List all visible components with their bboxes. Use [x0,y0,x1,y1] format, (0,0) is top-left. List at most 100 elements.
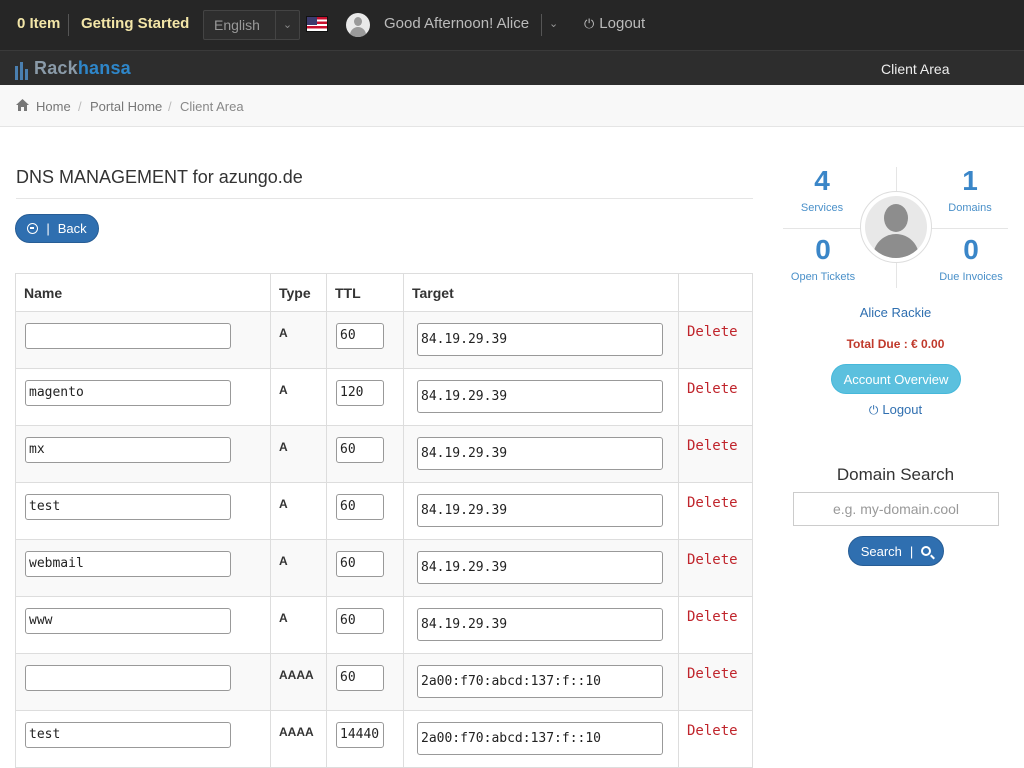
search-separator: | [909,543,914,559]
home-icon [16,99,29,111]
table-row: A 60 84.19.29.39 Delete [15,311,753,369]
record-type: A [270,311,327,369]
record-ttl-input[interactable]: 120 [336,380,384,406]
back-circle-icon [27,223,39,234]
invoices-label: Due Invoices [939,271,1003,283]
user-avatar-icon[interactable] [346,13,370,37]
logout-label: Logout [599,15,646,32]
header-ttl: TTL [326,273,404,312]
services-label: Services [800,202,844,214]
divider [68,14,69,36]
record-name-input[interactable] [25,665,231,691]
header-target: Target [403,273,679,312]
record-ttl-input[interactable]: 60 [336,323,384,349]
record-type: A [270,539,327,597]
language-select[interactable]: English ⌄ [203,10,300,40]
sidebar-logout-label: Logout [882,402,923,417]
record-type: A [270,368,327,426]
search-label: Search [860,543,902,559]
record-ttl-input[interactable]: 60 [336,665,384,691]
domain-search-input[interactable]: e.g. my-domain.cool [793,492,999,526]
record-target-input[interactable]: 84.19.29.39 [417,437,663,470]
record-name-input[interactable]: test [25,722,231,748]
logo-text-part2: hansa [77,58,131,78]
stat-due-invoices[interactable]: 0 Due Invoices [935,234,1007,283]
back-button[interactable]: | Back [15,214,99,243]
sidebar-logout-link[interactable]: ⏻ Logout [783,402,1008,418]
record-target-input[interactable]: 2a00:f70:abcd:137:f::10 [417,665,663,698]
breadcrumb-home[interactable]: Home [36,99,71,114]
tickets-count: 0 [815,234,831,265]
header-name: Name [15,273,271,312]
table-row: AAAA 60 2a00:f70:abcd:137:f::10 Delete [15,653,753,711]
divider [541,14,542,36]
record-name-input[interactable]: mx [25,437,231,463]
back-separator: | [46,221,50,236]
record-ttl-input[interactable]: 14440 [336,722,384,748]
record-target-input[interactable]: 84.19.29.39 [417,551,663,584]
record-target-input[interactable]: 84.19.29.39 [417,494,663,527]
delete-link[interactable]: Delete [687,666,738,682]
cart-link[interactable]: 0 Item [17,15,60,32]
breadcrumb-separator: / [78,99,82,114]
logout-link[interactable]: ⏻ Logout [584,15,645,32]
delete-link[interactable]: Delete [687,438,738,454]
domain-search-button[interactable]: Search | [848,536,944,566]
record-ttl-input[interactable]: 60 [336,437,384,463]
domains-count: 1 [962,165,978,196]
delete-link[interactable]: Delete [687,495,738,511]
divider [16,198,753,199]
header-actions [678,273,753,312]
breadcrumb: Home / Portal Home / Client Area [0,85,1024,127]
delete-link[interactable]: Delete [687,324,738,340]
stat-services[interactable]: 4 Services [792,165,852,214]
table-row: www A 60 84.19.29.39 Delete [15,596,753,654]
greeting-menu[interactable]: Good Afternoon! Alice [384,15,529,32]
table-row: test A 60 84.19.29.39 Delete [15,482,753,540]
delete-link[interactable]: Delete [687,609,738,625]
user-name-link[interactable]: Alice Rackie [783,305,1008,320]
account-overview-button[interactable]: Account Overview [831,364,961,394]
breadcrumb-separator: / [168,99,172,114]
record-ttl-input[interactable]: 60 [336,608,384,634]
delete-link[interactable]: Delete [687,723,738,739]
record-name-input[interactable] [25,323,231,349]
stat-open-tickets[interactable]: 0 Open Tickets [784,234,862,283]
record-name-input[interactable]: test [25,494,231,520]
record-type: AAAA [270,653,327,711]
dns-records-table: Name Type TTL Target A 60 84.19.29.39 De… [15,273,753,768]
record-target-input[interactable]: 84.19.29.39 [417,323,663,356]
table-row: webmail A 60 84.19.29.39 Delete [15,539,753,597]
tickets-label: Open Tickets [790,271,856,283]
record-ttl-input[interactable]: 60 [336,551,384,577]
total-due: Total Due : € 0.00 [846,337,945,351]
domain-search-title: Domain Search [836,465,955,484]
delete-link[interactable]: Delete [687,381,738,397]
record-name-input[interactable]: webmail [25,551,231,577]
logo[interactable]: Rackhansa [15,58,131,80]
getting-started-link[interactable]: Getting Started [81,15,189,32]
nav-client-area[interactable]: Client Area [881,61,949,77]
delete-link[interactable]: Delete [687,552,738,568]
page-title: DNS MANAGEMENT for azungo.de [16,167,303,187]
top-bar: 0 Item Getting Started English ⌄ Good Af… [0,0,1024,50]
record-target-input[interactable]: 2a00:f70:abcd:137:f::10 [417,722,663,755]
table-row: test AAAA 14440 2a00:f70:abcd:137:f::10 … [15,710,753,768]
logo-bars-icon [15,59,30,80]
profile-avatar-icon [860,191,932,263]
breadcrumb-portal-home[interactable]: Portal Home [90,99,162,114]
record-name-input[interactable]: www [25,608,231,634]
back-label: Back [57,221,87,236]
us-flag-icon[interactable] [306,16,328,32]
table-row: mx A 60 84.19.29.39 Delete [15,425,753,483]
record-name-input[interactable]: magento [25,380,231,406]
record-target-input[interactable]: 84.19.29.39 [417,608,663,641]
logo-text-part1: Rack [34,58,78,78]
record-ttl-input[interactable]: 60 [336,494,384,520]
stat-domains[interactable]: 1 Domains [940,165,1000,214]
power-icon: ⏻ [584,16,595,31]
record-target-input[interactable]: 84.19.29.39 [417,380,663,413]
domains-label: Domains [948,202,992,214]
chevron-down-icon[interactable]: ⌄ [549,17,558,30]
table-row: magento A 120 84.19.29.39 Delete [15,368,753,426]
